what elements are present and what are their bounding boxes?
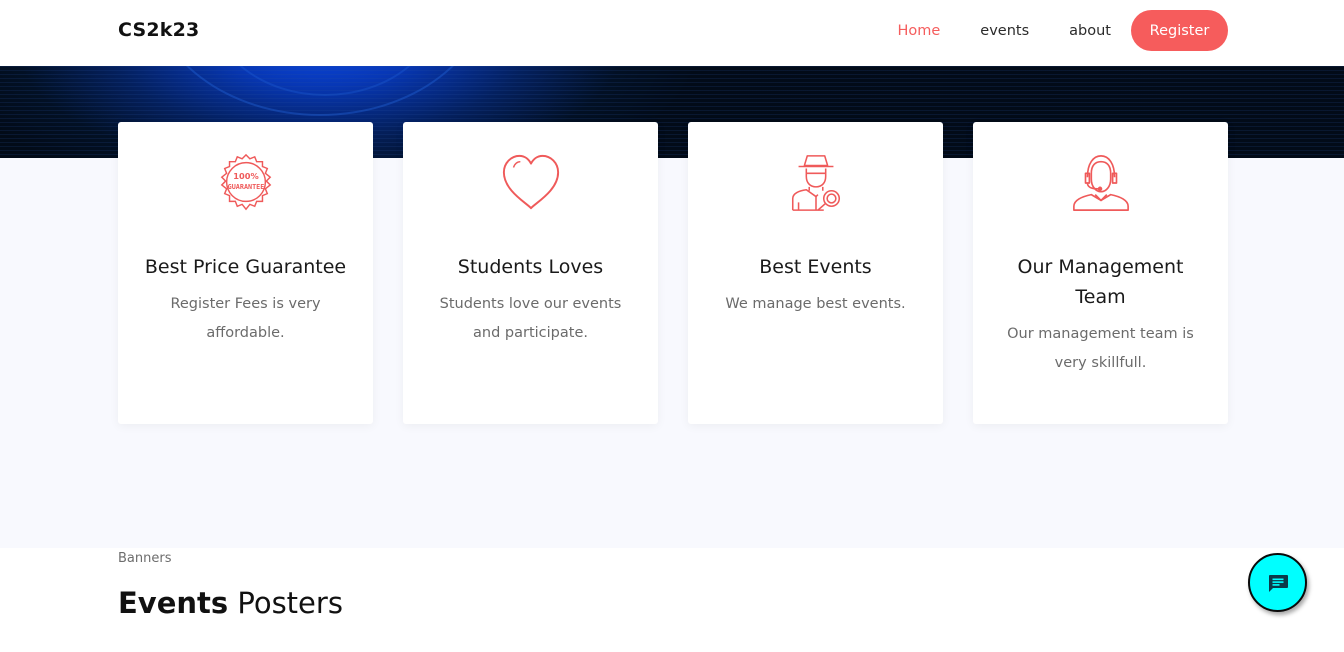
nav-home-link[interactable]: Home <box>897 23 940 39</box>
feature-title: Best Events <box>759 256 872 278</box>
brand-logo[interactable]: CS2k23 <box>118 19 199 41</box>
svg-text:100%: 100% <box>233 171 258 181</box>
feature-cards: 100% GUARANTEE Best Price Guarantee Regi… <box>118 122 1228 424</box>
feature-title: Best Price Guarantee <box>144 256 347 278</box>
section-title: Events Posters <box>118 586 343 620</box>
guarantee-badge-icon: 100% GUARANTEE <box>220 153 271 211</box>
feature-card: Best Events We manage best events. <box>688 122 943 424</box>
nav-about-link[interactable]: about <box>1069 23 1111 39</box>
feature-text: Students love our events and participate… <box>439 296 622 341</box>
register-button[interactable]: Register <box>1131 10 1228 51</box>
feature-title: Our Management Team <box>1017 256 1184 308</box>
feature-text: Our management team is very skillfull. <box>1007 326 1194 371</box>
feature-title: Students Loves <box>457 256 604 278</box>
feature-card: Students Loves Students love our events … <box>403 122 658 424</box>
section-title-bold: Events <box>118 586 229 620</box>
feature-card: Our Management Team Our management team … <box>973 122 1228 424</box>
feature-text: Register Fees is very affordable. <box>170 296 321 341</box>
heart-icon <box>502 154 559 210</box>
main-nav: Home events about Register <box>857 10 1228 51</box>
chat-button[interactable] <box>1248 553 1307 612</box>
support-agent-icon <box>1072 155 1129 211</box>
svg-text:GUARANTEE: GUARANTEE <box>227 183 264 191</box>
feature-card: 100% GUARANTEE Best Price Guarantee Regi… <box>118 122 373 424</box>
section-title-light: Posters <box>237 586 343 620</box>
feature-text: We manage best events. <box>725 296 906 312</box>
section-eyebrow: Banners <box>118 551 172 566</box>
detective-search-icon <box>791 155 840 211</box>
site-header: CS2k23 Home events about Register <box>0 0 1344 66</box>
chat-message-icon <box>1268 574 1288 592</box>
nav-events-link[interactable]: events <box>980 23 1029 39</box>
